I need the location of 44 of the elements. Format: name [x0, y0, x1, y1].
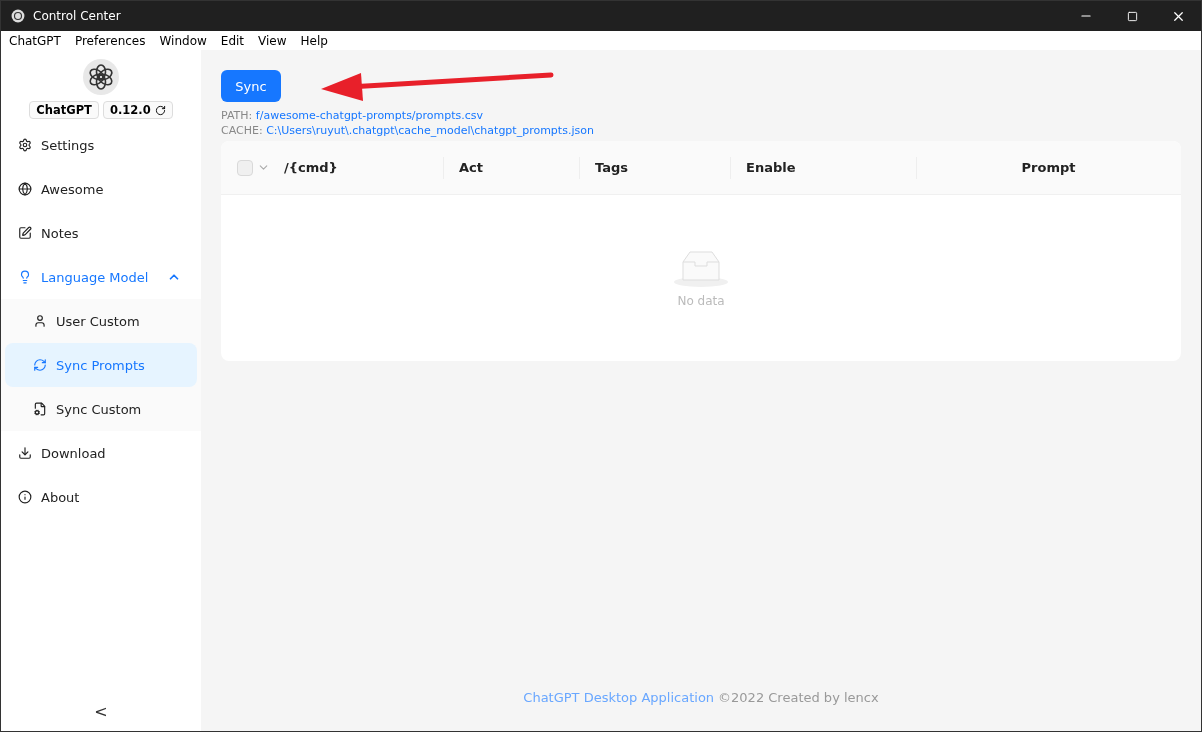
sidebar-item[interactable]: Notes	[1, 211, 201, 255]
sidebar-item[interactable]: About	[1, 475, 201, 519]
sidebar-subitem[interactable]: User Custom	[5, 299, 197, 343]
sidebar-subitem[interactable]: Sync Custom	[5, 387, 197, 431]
sidebar-subitem[interactable]: Sync Prompts	[5, 343, 197, 387]
column-header: Tags	[595, 160, 628, 175]
menu-item[interactable]: Help	[300, 33, 328, 48]
menu-item[interactable]: ChatGPT	[9, 33, 61, 48]
maximize-icon	[1126, 10, 1138, 22]
sidebar-item[interactable]: Settings	[1, 123, 201, 167]
item-icon	[18, 490, 32, 504]
cache-text: CACHE: C:\Users\ruyut\.chatgpt\cache_model\chatgpt_prompts.json	[221, 124, 595, 137]
version-tag[interactable]: 0.12.0	[102, 101, 173, 119]
empty-inbox-icon	[673, 248, 729, 288]
app-logo-icon	[83, 59, 119, 95]
item-icon	[18, 226, 32, 240]
menu-item[interactable]: Edit	[220, 33, 245, 48]
item-icon	[18, 446, 32, 460]
window-title: Control Center	[33, 9, 121, 23]
empty-text: No data	[677, 294, 725, 308]
item-icon	[33, 358, 47, 372]
sync-button[interactable]: Sync	[221, 70, 281, 102]
item-icon	[18, 138, 32, 152]
app-name-tag: ChatGPT	[29, 101, 99, 119]
refresh-icon	[154, 104, 166, 116]
menu-item[interactable]: View	[258, 33, 287, 48]
menu-item[interactable]: Preferences	[74, 33, 146, 48]
app-logo-icon	[11, 9, 25, 23]
sidebar-item[interactable]: Download	[1, 431, 201, 475]
column-header: Enable	[746, 160, 796, 175]
column-header: /{cmd}	[284, 160, 338, 175]
sidebar-item[interactable]: Language Model	[1, 255, 201, 299]
item-icon	[33, 402, 47, 416]
footer-text: ©2022 Created by lencx	[718, 689, 879, 705]
column-header: Prompt	[1021, 160, 1076, 175]
path-text: PATH: f/awesome-chatgpt-prompts/prompts.csv	[221, 109, 485, 122]
collapse-button[interactable]: <	[1, 691, 201, 731]
sidebar-item[interactable]: Awesome	[1, 167, 201, 211]
menu-item[interactable]: Window	[159, 33, 207, 48]
item-icon	[18, 182, 32, 196]
column-header: Act	[459, 160, 483, 175]
item-icon	[33, 314, 47, 328]
item-icon	[18, 270, 32, 284]
select-all-checkbox[interactable]	[237, 159, 253, 176]
